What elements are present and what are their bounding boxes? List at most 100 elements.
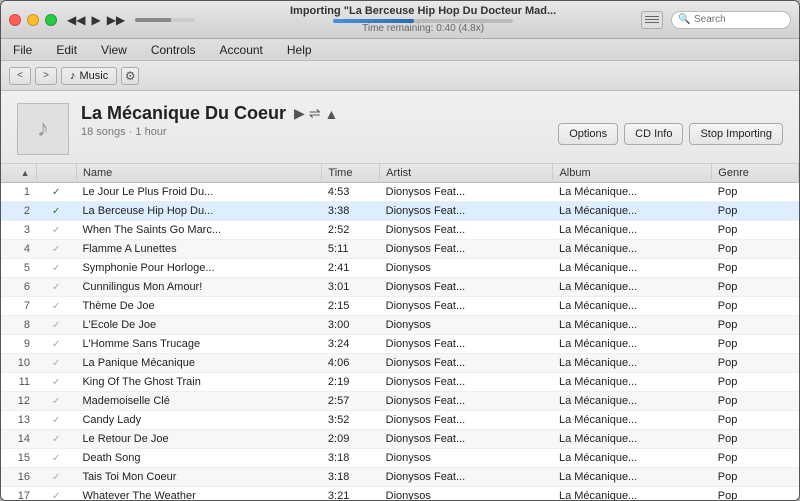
menu-view[interactable]: View: [97, 43, 131, 57]
cd-info-button[interactable]: CD Info: [624, 123, 683, 145]
track-artist: Dionysos Feat...: [380, 354, 553, 373]
options-button[interactable]: Options: [558, 123, 618, 145]
track-status: ✓: [36, 240, 76, 259]
track-name[interactable]: King Of The Ghost Train: [76, 373, 321, 392]
table-row[interactable]: 9 ✓ L'Homme Sans Trucage 3:24 Dionysos F…: [1, 335, 799, 354]
track-time: 3:18: [322, 449, 380, 468]
forward-button[interactable]: >: [35, 67, 57, 85]
col-header-time[interactable]: Time: [322, 164, 380, 183]
track-album: La Mécanique...: [553, 335, 712, 354]
settings-button[interactable]: ⚙: [121, 67, 139, 85]
table-row[interactable]: 10 ✓ La Panique Mécanique 4:06 Dionysos …: [1, 354, 799, 373]
track-artist: Dionysos Feat...: [380, 240, 553, 259]
col-header-artist[interactable]: Artist: [380, 164, 553, 183]
track-name[interactable]: Flamme A Lunettes: [76, 240, 321, 259]
track-name[interactable]: Whatever The Weather: [76, 487, 321, 501]
track-name[interactable]: La Panique Mécanique: [76, 354, 321, 373]
track-num: 1: [1, 183, 36, 202]
track-name[interactable]: L'Homme Sans Trucage: [76, 335, 321, 354]
window-controls: [9, 14, 57, 26]
menu-edit[interactable]: Edit: [52, 43, 81, 57]
table-row[interactable]: 5 ✓ Symphonie Pour Horloge... 2:41 Diony…: [1, 259, 799, 278]
back-button[interactable]: <: [9, 67, 31, 85]
table-row[interactable]: 14 ✓ Le Retour De Joe 2:09 Dionysos Feat…: [1, 430, 799, 449]
track-num: 12: [1, 392, 36, 411]
table-row[interactable]: 15 ✓ Death Song 3:18 Dionysos La Mécaniq…: [1, 449, 799, 468]
track-num: 7: [1, 297, 36, 316]
app-window: ◀◀ ▶ ▶▶ Importing "La Berceuse Hip Hop D…: [0, 0, 800, 501]
status-icon: ✓: [52, 491, 60, 500]
minimize-button[interactable]: [27, 14, 39, 26]
track-name[interactable]: Symphonie Pour Horloge...: [76, 259, 321, 278]
track-name[interactable]: Thème De Joe: [76, 297, 321, 316]
list-view-button[interactable]: [641, 11, 663, 29]
table-row[interactable]: 1 ✓ Le Jour Le Plus Froid Du... 4:53 Dio…: [1, 183, 799, 202]
album-up-button[interactable]: ▲: [325, 106, 339, 122]
track-artist: Dionysos Feat...: [380, 392, 553, 411]
table-row[interactable]: 4 ✓ Flamme A Lunettes 5:11 Dionysos Feat…: [1, 240, 799, 259]
track-genre: Pop: [712, 221, 799, 240]
track-time: 3:01: [322, 278, 380, 297]
track-name[interactable]: Death Song: [76, 449, 321, 468]
stop-importing-button[interactable]: Stop Importing: [689, 123, 783, 145]
menu-controls[interactable]: Controls: [147, 43, 200, 57]
status-icon: ✓: [52, 263, 60, 274]
table-row[interactable]: 13 ✓ Candy Lady 3:52 Dionysos Feat... La…: [1, 411, 799, 430]
track-status: ✓: [36, 449, 76, 468]
maximize-button[interactable]: [45, 14, 57, 26]
play-button[interactable]: ▶: [91, 13, 100, 27]
table-header-row: ▲ Name Time Artist Album Genre: [1, 164, 799, 183]
close-button[interactable]: [9, 14, 21, 26]
toolbar: < > ♪ Music ⚙: [1, 61, 799, 91]
status-icon: ✓: [52, 377, 60, 388]
menu-file[interactable]: File: [9, 43, 36, 57]
track-list-container[interactable]: ▲ Name Time Artist Album Genre 1 ✓ Le Jo…: [1, 164, 799, 500]
track-num: 5: [1, 259, 36, 278]
track-name[interactable]: Candy Lady: [76, 411, 321, 430]
col-header-name[interactable]: Name: [76, 164, 321, 183]
fast-forward-button[interactable]: ▶▶: [107, 13, 125, 27]
table-row[interactable]: 6 ✓ Cunnilingus Mon Amour! 3:01 Dionysos…: [1, 278, 799, 297]
track-name[interactable]: Mademoiselle Clé: [76, 392, 321, 411]
col-header-genre[interactable]: Genre: [712, 164, 799, 183]
track-status: ✓: [36, 259, 76, 278]
breadcrumb[interactable]: ♪ Music: [61, 67, 117, 85]
track-name[interactable]: Cunnilingus Mon Amour!: [76, 278, 321, 297]
track-name[interactable]: Tais Toi Mon Coeur: [76, 468, 321, 487]
search-input[interactable]: [671, 11, 791, 29]
table-row[interactable]: 8 ✓ L'Ecole De Joe 3:00 Dionysos La Méca…: [1, 316, 799, 335]
track-name[interactable]: La Berceuse Hip Hop Du...: [76, 202, 321, 221]
col-header-status: [36, 164, 76, 183]
track-time: 2:41: [322, 259, 380, 278]
track-artist: Dionysos Feat...: [380, 411, 553, 430]
menu-account[interactable]: Account: [216, 43, 267, 57]
table-row[interactable]: 7 ✓ Thème De Joe 2:15 Dionysos Feat... L…: [1, 297, 799, 316]
table-row[interactable]: 17 ✓ Whatever The Weather 3:21 Dionysos …: [1, 487, 799, 501]
track-artist: Dionysos Feat...: [380, 373, 553, 392]
track-name[interactable]: When The Saints Go Marc...: [76, 221, 321, 240]
track-name[interactable]: Le Jour Le Plus Froid Du...: [76, 183, 321, 202]
album-actions: Options CD Info Stop Importing: [558, 103, 783, 145]
volume-slider[interactable]: [135, 18, 195, 22]
track-status: ✓: [36, 183, 76, 202]
track-name[interactable]: L'Ecole De Joe: [76, 316, 321, 335]
table-row[interactable]: 11 ✓ King Of The Ghost Train 2:19 Dionys…: [1, 373, 799, 392]
table-row[interactable]: 16 ✓ Tais Toi Mon Coeur 3:18 Dionysos Fe…: [1, 468, 799, 487]
transport-controls: ◀◀ ▶ ▶▶: [67, 13, 125, 27]
table-row[interactable]: 12 ✓ Mademoiselle Clé 2:57 Dionysos Feat…: [1, 392, 799, 411]
import-progress-bar: [333, 19, 513, 23]
track-status: ✓: [36, 316, 76, 335]
table-row[interactable]: 3 ✓ When The Saints Go Marc... 2:52 Dion…: [1, 221, 799, 240]
track-time: 2:09: [322, 430, 380, 449]
track-album: La Mécanique...: [553, 202, 712, 221]
rewind-button[interactable]: ◀◀: [67, 13, 85, 27]
album-shuffle-button[interactable]: ⇌: [309, 105, 321, 122]
menu-help[interactable]: Help: [283, 43, 316, 57]
col-header-album[interactable]: Album: [553, 164, 712, 183]
track-name[interactable]: Le Retour De Joe: [76, 430, 321, 449]
album-play-button[interactable]: ▶: [294, 105, 305, 122]
col-header-num[interactable]: ▲: [1, 164, 36, 183]
table-row[interactable]: 2 ✓ La Berceuse Hip Hop Du... 3:38 Diony…: [1, 202, 799, 221]
status-icon: ✓: [52, 320, 60, 331]
status-icon: ✓: [52, 415, 60, 426]
